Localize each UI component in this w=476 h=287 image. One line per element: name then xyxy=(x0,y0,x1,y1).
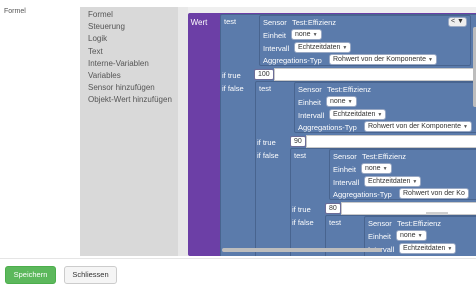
if-false-label-3: if false xyxy=(292,218,314,227)
intervall-dropdown-2[interactable]: Echtzeitdaten ▼ xyxy=(329,109,387,120)
palette-item-sensor-hinzufuegen[interactable]: Sensor hinzufügen xyxy=(80,82,178,94)
intervall-label-3: Intervall xyxy=(333,178,360,187)
palette-item-logik[interactable]: Logik xyxy=(80,33,178,45)
aggregations-dropdown-3[interactable]: Rohwert von der Ko xyxy=(399,188,469,199)
if-true-label-3: if true xyxy=(292,205,311,214)
intervall-dropdown-3[interactable]: Echtzeitdaten ▼ xyxy=(364,176,422,187)
value-100[interactable]: 100 xyxy=(254,69,274,80)
sensor-title-3: Sensor xyxy=(333,152,357,161)
sensor-title: Sensor xyxy=(263,18,287,27)
test-label-4: test xyxy=(329,218,342,227)
intervall-label-2: Intervall xyxy=(298,111,325,120)
value-80[interactable]: 80 xyxy=(325,203,341,214)
einheit-label-2: Einheit xyxy=(298,98,321,107)
test-block-1[interactable]: test Sensor Test:Effizienz Einheit none ▼… xyxy=(220,14,476,256)
if-true-label-2: if true xyxy=(257,138,276,147)
test-label-3: test xyxy=(294,151,307,160)
test-block-3[interactable]: test Sensor Test:Effizienz Einheit none ▼… xyxy=(290,148,476,256)
intervall-label: Intervall xyxy=(263,44,290,53)
sensor-name-4: Test:Effizienz xyxy=(397,219,442,228)
palette-item-text[interactable]: Text xyxy=(80,46,178,58)
test-block-2[interactable]: test Sensor Test:Effizienz Einheit none ▼… xyxy=(255,81,476,256)
formula-label: Formel xyxy=(4,8,26,15)
palette-item-steuerung[interactable]: Steuerung xyxy=(80,21,178,33)
drag-ghost-marker xyxy=(426,212,448,215)
if-true-slot-3[interactable] xyxy=(341,202,476,215)
einheit-label-3: Einheit xyxy=(333,165,356,174)
einheit-dropdown-3[interactable]: none ▼ xyxy=(361,163,392,174)
if-false-label: if false xyxy=(222,84,244,93)
einheit-dropdown-4[interactable]: none ▼ xyxy=(396,230,427,241)
aggregations-dropdown-2[interactable]: Rohwert von der Komponente ▼ xyxy=(364,121,472,132)
sensor-title-2: Sensor xyxy=(298,85,322,94)
if-true-slot-2[interactable] xyxy=(306,135,476,148)
aggregations-label-3: Aggregations-Typ xyxy=(333,190,392,199)
sensor-block-1[interactable]: Sensor Test:Effizienz Einheit none ▼ Inte… xyxy=(259,15,471,66)
sensor-title-4: Sensor xyxy=(368,219,392,228)
palette-item-objekt-wert[interactable]: Objekt-Wert hinzufügen xyxy=(80,94,178,106)
einheit-label-4: Einheit xyxy=(368,232,391,241)
palette-item-formel[interactable]: Formel xyxy=(80,7,178,21)
aggregations-label: Aggregations-Typ xyxy=(263,56,322,65)
einheit-label: Einheit xyxy=(263,31,286,40)
aggregations-dropdown[interactable]: Rohwert von der Komponente ▼ xyxy=(329,54,437,65)
value-90[interactable]: 90 xyxy=(290,136,306,147)
test-label-2: test xyxy=(259,84,272,93)
sensor-name-3: Test:Effizienz xyxy=(362,152,407,161)
workspace-gutter xyxy=(178,7,188,256)
intervall-dropdown[interactable]: Echtzeitdaten ▼ xyxy=(294,42,352,53)
wert-label: Wert xyxy=(190,18,208,27)
sensor-block-3[interactable]: Sensor Test:Effizienz Einheit none ▼ Inte… xyxy=(329,149,476,200)
if-true-label: if true xyxy=(222,71,241,80)
block-palette: Formel Steuerung Logik Text Interne-Vari… xyxy=(80,7,178,256)
horizontal-scrollbar[interactable] xyxy=(222,248,382,252)
intervall-dropdown-4[interactable]: Echtzeitdaten ▼ xyxy=(399,243,457,254)
block-workspace[interactable]: Wert test Sensor Test:Effizienz Einheit … xyxy=(178,7,476,256)
palette-item-variables[interactable]: Variables xyxy=(80,70,178,82)
palette-item-interne-variablen[interactable]: Interne-Variablen xyxy=(80,58,178,70)
operator-dropdown[interactable]: < ▼ xyxy=(448,17,467,27)
if-false-label-2: if false xyxy=(257,151,279,160)
close-button[interactable]: Schliessen xyxy=(64,266,117,284)
wert-block[interactable]: Wert test Sensor Test:Effizienz Einheit … xyxy=(188,13,476,256)
sensor-block-2[interactable]: Sensor Test:Effizienz Einheit none ▼ Inte… xyxy=(294,82,476,133)
einheit-dropdown[interactable]: none ▼ xyxy=(291,29,322,40)
sensor-name-2: Test:Effizienz xyxy=(327,85,372,94)
save-button[interactable]: Speichern xyxy=(5,266,56,284)
aggregations-label-2: Aggregations-Typ xyxy=(298,123,357,132)
einheit-dropdown-2[interactable]: none ▼ xyxy=(326,96,357,107)
if-true-slot-1[interactable] xyxy=(274,68,476,81)
test-label: test xyxy=(224,17,237,26)
footer-bar: Speichern Schliessen xyxy=(0,258,476,287)
sensor-name: Test:Effizienz xyxy=(292,18,337,27)
